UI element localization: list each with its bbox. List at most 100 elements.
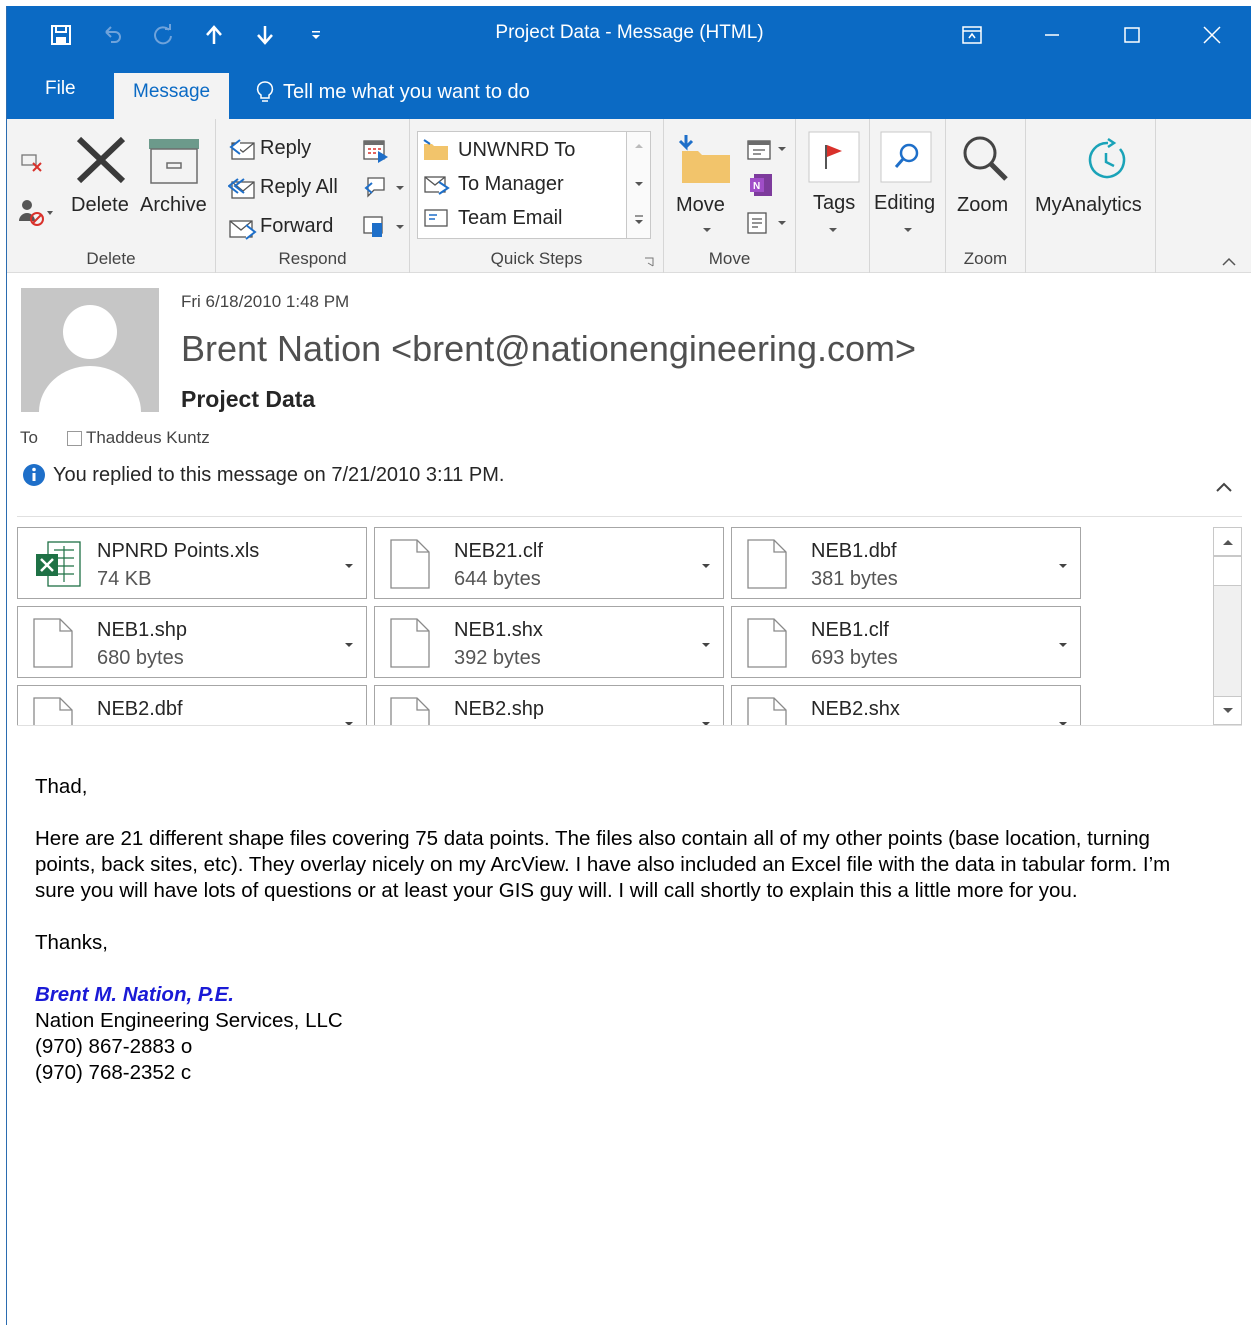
generic-file-icon [746,617,788,674]
scroll-up-button[interactable] [1214,528,1241,556]
tab-file[interactable]: File [27,61,94,116]
myanalytics-label: MyAnalytics [1035,194,1142,216]
quick-steps-dialog-launcher[interactable] [644,257,654,267]
attachment-tile[interactable]: NEB1.dbf 381 bytes [731,527,1081,599]
generic-file-icon [746,538,788,595]
im-button[interactable] [362,174,406,202]
attachment-tile[interactable]: NEB21.clf 644 bytes [374,527,724,599]
delete-button[interactable] [75,135,129,185]
to-label: To [20,428,38,447]
attachment-menu-button[interactable] [701,556,711,574]
maximize-icon [1124,27,1140,43]
generic-file-icon [32,696,74,725]
attachment-tile[interactable]: NEB2.dbf [17,685,367,725]
collapse-ribbon-button[interactable] [1222,257,1236,266]
scroll-up-icon [635,144,643,148]
attachment-tile[interactable]: NEB1.shp 680 bytes [17,606,367,678]
archive-button[interactable] [147,137,201,185]
scroll-thumb[interactable] [1214,556,1241,586]
maximize-button[interactable] [1092,6,1172,64]
attachment-tile[interactable]: NPNRD Points.xls 74 KB [17,527,367,599]
editing-group[interactable]: Editing [870,119,946,273]
scroll-up-icon [1222,539,1233,545]
minimize-button[interactable] [1012,6,1092,64]
reply-all-button[interactable]: Reply All [260,176,338,199]
attachment-name: NPNRD Points.xls [97,540,260,562]
quick-step-unwnrd[interactable]: UNWNRD To [422,134,575,166]
attachment-tile[interactable]: NEB2.shx [731,685,1081,725]
myanalytics-group[interactable]: MyAnalytics [1026,119,1156,273]
closing: Thanks, [35,931,108,954]
generic-file-icon [32,617,74,674]
scroll-down-icon [1222,707,1233,713]
chevron-down-icon [345,564,353,568]
scroll-down-icon [635,182,643,186]
quick-step-label: To Manager [458,172,564,195]
ignore-button[interactable] [19,149,45,175]
junk-button[interactable] [17,197,53,227]
attachment-menu-button[interactable] [344,635,354,653]
actions-button[interactable] [744,209,788,237]
attachment-name: NEB1.clf [811,619,889,641]
editing-label: Editing [874,192,936,214]
rules-icon [747,140,786,160]
move-button[interactable]: Move [676,194,725,217]
signature: Brent M. Nation, P.E. Nation Engineering… [35,982,1215,1086]
attachment-tile[interactable]: NEB2.shp [374,685,724,725]
forward-button[interactable]: Forward [260,215,333,238]
delete-label: Delete [71,194,129,216]
move-dropdown[interactable] [702,227,712,233]
tab-message[interactable]: Message [114,73,230,119]
chevron-down-icon [345,722,353,725]
attachment-menu-button[interactable] [701,635,711,653]
attachment-menu-button[interactable] [344,556,354,574]
ribbon-display-options-button[interactable] [932,6,1012,64]
attachment-size: 693 bytes [811,647,898,669]
lightbulb-icon [256,80,274,102]
scroll-down-button[interactable] [1214,696,1241,724]
attachment-menu-button[interactable] [701,714,711,725]
gallery-more-icon [635,215,643,224]
junk-icon [19,200,53,226]
dialog-launcher-icon [645,257,654,267]
attachment-menu-button[interactable] [1058,635,1068,653]
editing-dropdown[interactable] [903,227,913,233]
onenote-button[interactable]: N [748,172,776,198]
recipient-name[interactable]: Thaddeus Kuntz [86,428,210,448]
meeting-button[interactable] [362,137,390,163]
attachments-scrollbar[interactable] [1213,527,1242,725]
quick-step-team-email[interactable]: Team Email [422,202,562,234]
attachment-menu-button[interactable] [1058,714,1068,725]
flag-icon [808,131,860,183]
info-text: You replied to this message on 7/21/2010… [53,463,505,486]
reply-button[interactable]: Reply [260,137,311,160]
sender-name[interactable]: Brent Nation <brent@nationengineering.co… [181,328,916,370]
window-controls [932,6,1251,64]
rules-button[interactable] [744,137,788,163]
more-respond-button[interactable] [362,213,406,241]
info-bar: You replied to this message on 7/21/2010… [22,463,504,487]
close-button[interactable] [1172,6,1251,64]
meeting-icon [363,140,388,163]
ribbon-display-icon [962,26,982,44]
move-folder-icon [678,135,730,183]
attachment-menu-button[interactable] [344,714,354,725]
move-group: Move N Move [664,119,796,273]
attachments-well: NPNRD Points.xls 74 KB NEB21.clf 644 bytes N… [17,516,1242,726]
sender-avatar [21,288,159,412]
attachment-tile[interactable]: NEB1.shx 392 bytes [374,606,724,678]
attachment-size: 381 bytes [811,568,898,590]
attachment-menu-button[interactable] [1058,556,1068,574]
tags-dropdown[interactable] [828,227,838,233]
tags-group[interactable]: Tags [796,119,870,273]
attachment-tile[interactable]: NEB1.clf 693 bytes [731,606,1081,678]
quick-steps-scroll[interactable] [627,131,651,239]
move-group-label: Move [708,249,751,268]
delete-x-icon [76,136,126,184]
quick-step-to-manager[interactable]: To Manager [422,168,564,200]
collapse-header-button[interactable] [1215,480,1233,498]
zoom-button[interactable] [960,133,1012,185]
generic-file-icon [389,617,431,674]
tell-me-search[interactable]: Tell me what you want to do [255,64,530,119]
myanalytics-icon-wrap [1084,137,1130,183]
